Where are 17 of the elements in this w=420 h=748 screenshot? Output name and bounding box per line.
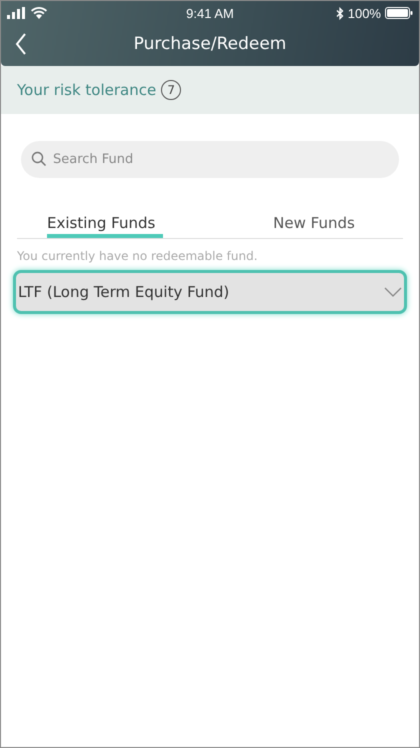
chevron-icon bbox=[384, 287, 402, 297]
search-icon bbox=[31, 151, 47, 167]
bluetooth-icon bbox=[336, 6, 344, 20]
search-field[interactable]: Search Fund bbox=[21, 141, 399, 178]
signal-icon bbox=[7, 7, 27, 19]
risk-level-badge: 7 bbox=[161, 80, 182, 100]
wifi-icon bbox=[31, 7, 47, 19]
battery-icon bbox=[384, 7, 413, 19]
status-time: 9:41 AM bbox=[186, 6, 234, 20]
fund-category-title: LTF (Long Term Equity Fund) bbox=[18, 283, 230, 301]
risk-label: Your risk tolerance bbox=[17, 81, 156, 99]
fund-tab[interactable]: New Funds bbox=[225, 210, 403, 238]
battery-percentage: 100% bbox=[348, 6, 381, 20]
back-button[interactable] bbox=[15, 33, 27, 55]
empty-message: You currently have no redeemable fund. bbox=[17, 249, 259, 263]
fund-category-row[interactable]: LTF (Long Term Equity Fund) bbox=[13, 270, 407, 314]
screen-title: Purchase/Redeem bbox=[134, 34, 286, 54]
